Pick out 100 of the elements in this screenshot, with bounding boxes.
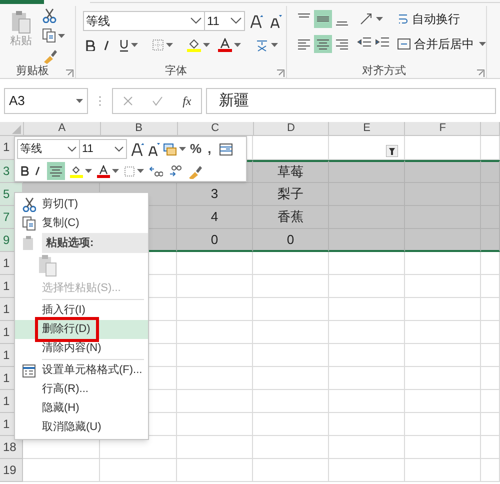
caret-icon — [203, 42, 210, 48]
column-header[interactable]: E — [329, 122, 406, 136]
group-label: 剪贴板 — [16, 65, 49, 77]
chevron-icon — [67, 146, 77, 152]
caret-icon — [112, 168, 119, 174]
shrink-font-icon[interactable] — [269, 14, 282, 28]
column-header[interactable]: D — [254, 122, 330, 136]
formula-field[interactable]: 新疆 — [206, 88, 496, 114]
fill-color-icon[interactable] — [70, 164, 83, 178]
increase-indent-icon[interactable] — [375, 36, 389, 48]
caret-icon — [376, 16, 383, 22]
paste-icon — [10, 9, 32, 35]
increase-decimal-icon[interactable] — [149, 165, 163, 177]
group-label: 对齐方式 — [362, 65, 406, 77]
font-color-icon[interactable] — [218, 38, 232, 52]
table-cell — [481, 160, 500, 183]
caret-icon — [76, 98, 83, 104]
borders-icon[interactable] — [152, 39, 164, 51]
table-cell — [481, 275, 500, 298]
font-size-field[interactable]: 11 — [80, 139, 127, 159]
filter-icon[interactable] — [386, 145, 398, 157]
horizontal-align-icon[interactable] — [314, 35, 332, 53]
wrap-text-button[interactable]: 自动换行 — [397, 11, 460, 27]
vertical-align-icon[interactable] — [314, 10, 332, 28]
dialog-launcher-icon[interactable] — [476, 69, 485, 78]
bold-icon[interactable] — [21, 166, 29, 176]
table-cell: 0 — [253, 229, 329, 252]
table-cell: 0 — [177, 229, 253, 252]
menu-section-header: 粘贴选项: — [42, 233, 148, 253]
table-cell: 3 — [177, 183, 253, 206]
table-cell — [481, 344, 500, 367]
grip-icon — [98, 95, 102, 107]
decrease-indent-icon[interactable] — [357, 36, 371, 48]
table-cell — [481, 436, 500, 459]
comma-style-button[interactable]: , — [208, 141, 212, 157]
caret-icon — [58, 32, 65, 38]
caret-icon — [179, 146, 186, 152]
caret-icon — [166, 42, 173, 48]
wrap-text-icon — [397, 12, 409, 26]
italic-icon[interactable] — [34, 166, 42, 176]
caret-icon — [137, 168, 144, 174]
dialog-launcher-icon[interactable] — [65, 69, 74, 78]
bold-icon[interactable] — [86, 40, 95, 50]
caret-icon — [131, 42, 138, 48]
table-cell: 香蕉 — [253, 206, 329, 229]
group-label: 字体 — [165, 65, 187, 77]
fill-color-icon[interactable] — [187, 38, 201, 52]
grow-font-icon[interactable] — [250, 14, 263, 28]
name-box[interactable]: A3 — [4, 88, 88, 114]
caret-icon — [234, 42, 241, 48]
font-name-field[interactable]: 等线 — [17, 139, 80, 159]
insert-function-button[interactable]: fx — [182, 92, 192, 110]
phonetic-guide-icon[interactable] — [255, 38, 269, 52]
chevron-icon — [230, 17, 242, 25]
table-cell — [481, 298, 500, 321]
table-cell — [481, 459, 500, 482]
percent-style-button[interactable]: % — [190, 141, 202, 157]
caret-icon — [479, 41, 486, 47]
grow-font-icon[interactable] — [131, 142, 144, 156]
format-cells-icon — [22, 364, 36, 378]
table-cell: 4 — [177, 206, 253, 229]
font-name-field[interactable]: 等线 — [83, 11, 205, 31]
table-cell — [481, 136, 500, 160]
table-cell — [481, 390, 500, 413]
orientation-icon[interactable] — [359, 12, 374, 26]
shrink-font-icon[interactable] — [147, 142, 160, 156]
borders-icon[interactable] — [124, 166, 135, 176]
table-cell: 梨子 — [253, 183, 329, 206]
merge-center-button[interactable]: 合并后居中 — [397, 36, 486, 52]
underline-icon[interactable] — [119, 38, 129, 52]
row-header[interactable]: 19 — [0, 459, 23, 482]
caret-icon — [271, 42, 278, 48]
column-header[interactable]: F — [405, 122, 482, 136]
dialog-launcher-icon[interactable] — [276, 69, 285, 78]
accounting-format-icon[interactable] — [163, 142, 177, 156]
italic-icon[interactable] — [103, 40, 111, 50]
chevron-icon — [190, 17, 202, 25]
column-header[interactable]: B — [100, 122, 178, 136]
column-header[interactable]: C — [178, 122, 254, 136]
table-cell — [481, 413, 500, 436]
font-color-icon[interactable] — [97, 164, 110, 178]
center-align-icon[interactable] — [47, 162, 65, 180]
column-header[interactable]: A — [24, 122, 101, 136]
merge-cells-icon — [397, 37, 411, 51]
scissors-icon — [22, 197, 36, 212]
table-cell — [481, 229, 500, 252]
table-cell — [481, 252, 500, 275]
table-cell: 草莓 — [253, 160, 329, 183]
format-painter-icon[interactable] — [187, 164, 202, 178]
chevron-icon — [114, 146, 124, 152]
table-cell — [481, 367, 500, 390]
caret-icon — [85, 168, 92, 174]
copy-icon[interactable] — [42, 28, 56, 43]
copy-icon — [22, 216, 36, 231]
font-size-field[interactable]: 11 — [205, 11, 245, 31]
row-header[interactable]: 18 — [0, 436, 23, 459]
table-cell — [481, 321, 500, 344]
menu-item[interactable]: 删除行(D) — [15, 320, 148, 339]
decrease-decimal-icon[interactable] — [168, 165, 182, 177]
insert-table-icon[interactable] — [219, 142, 234, 156]
